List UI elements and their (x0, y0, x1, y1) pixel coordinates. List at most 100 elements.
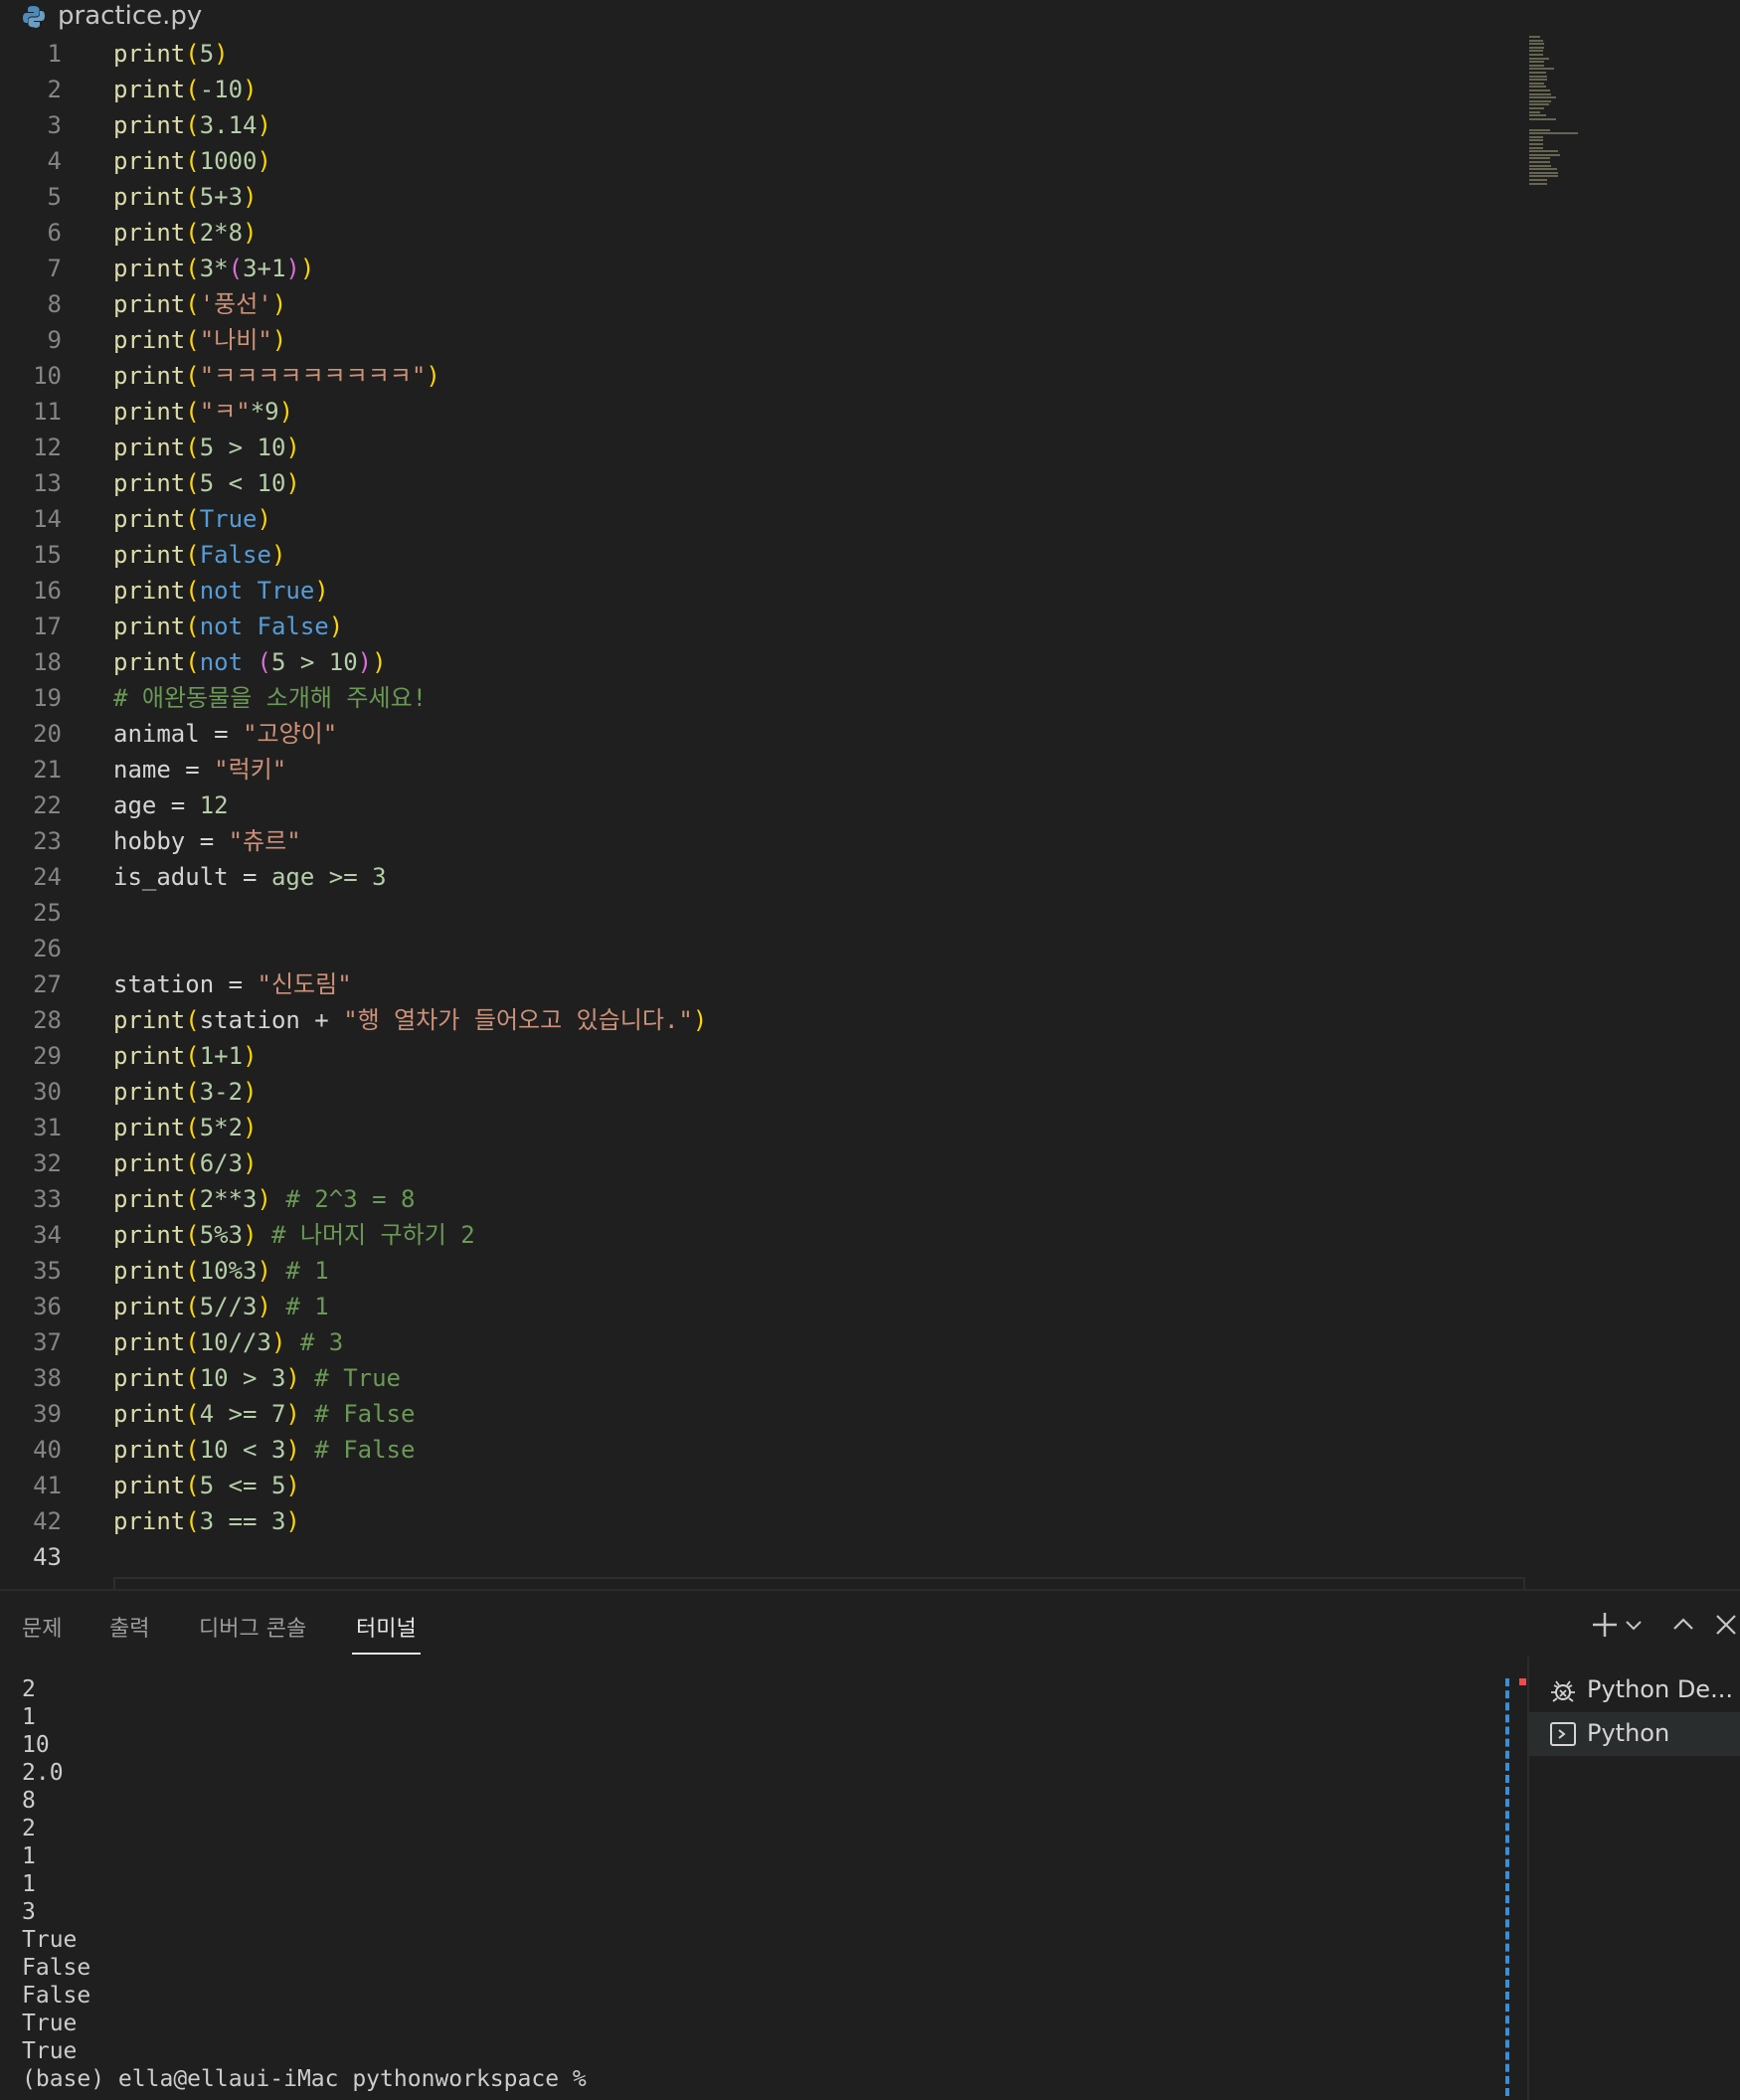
code-token: print (113, 541, 186, 569)
code-token: # 1 (270, 1257, 329, 1285)
code-line[interactable]: 14 print(True) (0, 501, 1526, 537)
code-token: ) (214, 40, 229, 68)
code-line[interactable]: 38 print(10 > 3) # True (0, 1360, 1526, 1396)
code-token: False (257, 612, 329, 640)
minimap[interactable] (1529, 36, 1629, 215)
minimap-line (1529, 86, 1546, 88)
code-token: = (199, 720, 244, 748)
code-token: ( (185, 1293, 200, 1320)
code-line[interactable]: 34 print(5%3) # 나머지 구하기 2 (0, 1217, 1526, 1253)
code-line[interactable]: 33 print(2**3) # 2^3 = 8 (0, 1181, 1526, 1217)
code-token: 3 == 3 (199, 1507, 286, 1535)
chevron-down-icon[interactable] (1623, 1609, 1645, 1641)
code-line[interactable]: 20 animal = "고양이" (0, 716, 1526, 752)
code-token: print (113, 1006, 186, 1034)
code-line[interactable]: 12 print(5 > 10) (0, 430, 1526, 465)
minimap-line (1529, 107, 1545, 109)
terminal-prompt[interactable]: (base) ella@ellaui-iMac pythonworkspace … (22, 2065, 1493, 2093)
code-line[interactable]: 9 print("나비") (0, 322, 1526, 358)
file-tab-title[interactable]: practice.py (58, 1, 202, 31)
code-line[interactable]: 28 print(station + "행 열차가 들어오고 있습니다.") (0, 1002, 1526, 1038)
code-token: ( (185, 1006, 200, 1034)
minimap-line (1529, 132, 1578, 135)
code-line[interactable]: 1 print(5) (0, 36, 1526, 72)
code-text: print(not False) (113, 609, 343, 644)
terminal-item-python[interactable]: Python (1529, 1712, 1740, 1756)
code-token: ) (243, 219, 258, 247)
code-token: ) (243, 183, 258, 211)
code-token: ) (285, 1507, 300, 1535)
code-line[interactable]: 8 print('풍선') (0, 286, 1526, 322)
code-line[interactable]: 15 print(False) (0, 537, 1526, 573)
maximize-panel-icon[interactable] (1668, 1609, 1698, 1641)
code-line[interactable]: 5 print(5+3) (0, 179, 1526, 215)
code-line[interactable]: 13 print(5 < 10) (0, 465, 1526, 501)
terminal-output[interactable]: 2 1 10 2.0 8 2 1 1 3 True False False True True (base)… (22, 1675, 1493, 2098)
code-line[interactable]: 22 age = 12 (0, 788, 1526, 823)
minimap-line (1529, 179, 1548, 181)
code-line[interactable]: 17 print(not False) (0, 609, 1526, 644)
terminal-item-python-debug[interactable]: Python De... (1529, 1668, 1740, 1712)
code-token: "츄르" (228, 827, 301, 855)
code-line[interactable]: 39 print(4 >= 7) # False (0, 1396, 1526, 1432)
code-line[interactable]: 25 (0, 895, 1526, 931)
code-line[interactable]: 23 hobby = "츄르" (0, 823, 1526, 859)
editor-scrollbar[interactable] (1735, 0, 1740, 1587)
code-token: print (113, 1221, 186, 1249)
tab-terminal[interactable]: 터미널 (352, 1611, 421, 1655)
close-panel-icon[interactable] (1712, 1609, 1740, 1641)
code-line[interactable]: 30 print(3-2) (0, 1074, 1526, 1110)
minimap-line (1529, 103, 1549, 106)
code-line[interactable]: 31 print(5*2) (0, 1110, 1526, 1145)
code-token: station + (199, 1006, 344, 1034)
code-line[interactable]: 21 name = "럭키" (0, 752, 1526, 788)
line-number: 23 (33, 827, 62, 855)
tab-debug-console[interactable]: 디버그 콘솔 (199, 1611, 306, 1653)
code-line[interactable]: 24 is_adult = age >= 3 (0, 859, 1526, 895)
code-token: 10 > 3 (199, 1364, 286, 1392)
code-token: ( (185, 398, 200, 426)
code-line[interactable]: 36 print(5//3) # 1 (0, 1289, 1526, 1324)
code-line[interactable]: 32 print(6/3) (0, 1145, 1526, 1181)
code-line[interactable]: 40 print(10 < 3) # False (0, 1432, 1526, 1468)
line-number: 1 (47, 40, 62, 68)
code-token: ) (299, 255, 315, 282)
line-number: 4 (47, 147, 62, 175)
code-line[interactable]: 37 print(10//3) # 3 (0, 1324, 1526, 1360)
code-token: name (113, 756, 171, 784)
code-token: ) (285, 469, 300, 497)
code-line[interactable]: 3 print(3.14) (0, 107, 1526, 143)
code-line[interactable]: 19 # 애완동물을 소개해 주세요! (0, 680, 1526, 716)
line-number: 29 (33, 1042, 62, 1070)
code-line[interactable]: 41 print(5 <= 5) (0, 1468, 1526, 1503)
minimap-line (1529, 79, 1548, 82)
tab-problems[interactable]: 문제 (22, 1611, 62, 1653)
tab-output[interactable]: 출력 (109, 1611, 149, 1653)
code-line[interactable]: 4 print(1000) (0, 143, 1526, 179)
minimap-line (1529, 54, 1543, 56)
code-token: = (156, 791, 200, 819)
minimap-line (1529, 164, 1552, 167)
code-line[interactable]: 43 (0, 1539, 1526, 1575)
minimap-line (1529, 43, 1545, 46)
code-token: ) (285, 1436, 300, 1464)
code-line[interactable]: 10 print("ㅋㅋㅋㅋㅋㅋㅋㅋㅋ") (0, 358, 1526, 394)
line-number: 20 (33, 720, 62, 748)
code-token: = (214, 970, 258, 998)
code-line[interactable]: 2 print(-10) (0, 72, 1526, 107)
code-token: print (113, 1472, 186, 1499)
code-line[interactable]: 7 print(3*(3+1)) (0, 251, 1526, 286)
line-number: 2 (47, 76, 62, 103)
code-line[interactable]: 6 print(2*8) (0, 215, 1526, 251)
line-number: 12 (33, 434, 62, 461)
code-line[interactable]: 16 print(not True) (0, 573, 1526, 609)
code-line[interactable]: 27 station = "신도림" (0, 966, 1526, 1002)
code-line[interactable]: 26 (0, 931, 1526, 966)
code-line[interactable]: 35 print(10%3) # 1 (0, 1253, 1526, 1289)
code-line[interactable]: 18 print(not (5 > 10)) (0, 644, 1526, 680)
code-line[interactable]: 11 print("ㅋ"*9) (0, 394, 1526, 430)
new-terminal-icon[interactable] (1589, 1609, 1621, 1641)
code-line[interactable]: 29 print(1+1) (0, 1038, 1526, 1074)
code-editor[interactable]: 1 print(5) 2 print(-10) 3 print(3.14) 4 print(1… (0, 36, 1526, 1613)
code-line[interactable]: 42 print(3 == 3) (0, 1503, 1526, 1539)
